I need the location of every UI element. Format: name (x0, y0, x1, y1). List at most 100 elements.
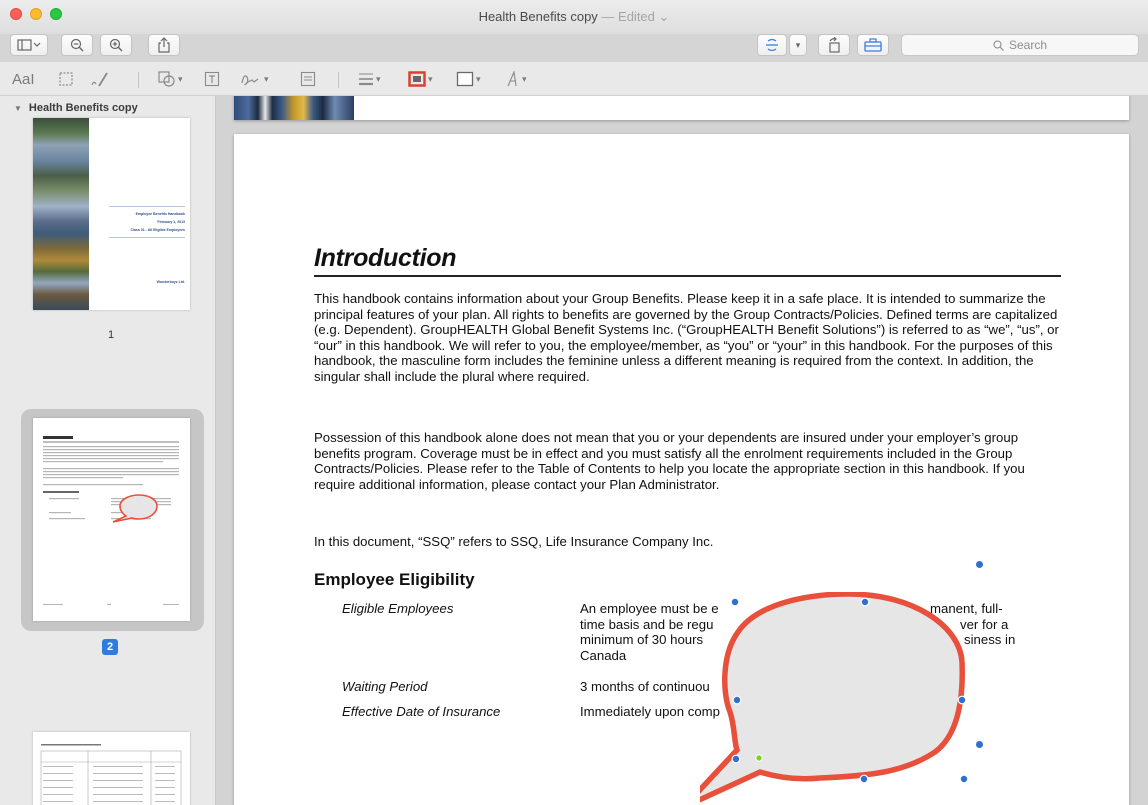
waiting-period-label: Waiting Period (342, 679, 428, 694)
resize-handle[interactable] (975, 560, 984, 569)
cover-line: February 1, 2013 (157, 220, 185, 224)
chevron-down-icon: ▾ (376, 73, 381, 84)
edited-label: — Edited (601, 9, 655, 24)
shapes-icon (158, 71, 175, 87)
text-style-tool[interactable]: ▾ (506, 69, 527, 89)
resize-handle[interactable] (730, 597, 740, 607)
text-box-icon (204, 71, 220, 87)
resize-handle[interactable] (731, 754, 741, 764)
chevron-down-icon: ▾ (476, 73, 481, 84)
signature-tool[interactable]: ▾ (240, 69, 269, 89)
intro-paragraph-2: Possession of this handbook alone does n… (314, 430, 1025, 492)
note-icon (300, 71, 316, 87)
preview-window: Health Benefits copy — Edited ⌄ ▾ Search… (0, 0, 1148, 805)
introduction-heading: Introduction (314, 244, 457, 272)
value-text: minimum of 30 hours (580, 632, 704, 648)
cover-title-block: Employee Benefits Handbook February 1, 2… (109, 206, 185, 238)
document-page-2[interactable]: Introduction This handbook contains info… (234, 134, 1129, 805)
shapes-tool[interactable]: ▾ (158, 69, 183, 89)
document-view[interactable]: Introduction This handbook contains info… (216, 96, 1148, 805)
page-2-preview (43, 436, 179, 605)
chevron-down-icon: ▾ (428, 73, 433, 84)
page-number-1[interactable]: 1 (108, 329, 114, 341)
tail-control-handle[interactable] (755, 754, 763, 762)
sketch-tool[interactable] (90, 69, 110, 89)
search-field[interactable]: Search (901, 34, 1139, 56)
search-placeholder: Search (1008, 38, 1048, 52)
share-button[interactable] (148, 34, 180, 56)
rotate-icon (829, 37, 840, 53)
sidebar-view-button[interactable] (10, 34, 48, 56)
intro-paragraph-1: This handbook contains information about… (314, 291, 1059, 384)
zoom-in-icon (109, 38, 123, 52)
font-style-icon (507, 71, 517, 87)
page-thumbnail-3[interactable] (33, 732, 190, 805)
note-tool[interactable] (300, 69, 316, 89)
resize-handle[interactable] (957, 695, 967, 705)
window-title[interactable]: Health Benefits copy — Edited ⌄ (0, 9, 1148, 25)
page-thumbnail-2[interactable] (33, 418, 190, 621)
sidebar-document-name: Health Benefits copy (28, 102, 138, 114)
resize-handle[interactable] (732, 695, 742, 705)
text-selection-tool[interactable]: AaI (12, 69, 35, 89)
sidebar-document-header[interactable]: ▼ Health Benefits copy (14, 102, 138, 114)
zoom-out-icon (70, 38, 84, 52)
highlight-options-button[interactable]: ▾ (789, 34, 807, 56)
highlight-button[interactable] (757, 34, 787, 56)
toolbar-divider (338, 72, 339, 88)
cover-line: Employee Benefits Handbook (135, 212, 185, 216)
title-bar: Health Benefits copy — Edited ⌄ (0, 0, 1148, 34)
resize-handle[interactable] (860, 597, 870, 607)
chevron-down-icon: ▾ (264, 73, 269, 84)
chevron-down-icon: ▾ (178, 73, 183, 84)
heading-rule (314, 275, 1061, 277)
search-icon (993, 39, 1004, 51)
eligible-employees-label: Eligible Employees (342, 601, 454, 616)
markup-toolbar-button[interactable] (857, 34, 889, 56)
zoom-in-button[interactable] (100, 34, 132, 56)
text-tool-label: AaI (12, 70, 35, 88)
chevron-down-icon: ▾ (795, 39, 801, 50)
markup-toolbar: AaI ▾ ▾ ▾ ▾ ▾ ▾ (0, 62, 1148, 96)
fill-color-icon (456, 71, 474, 87)
page-thumbnail-1[interactable]: Employee Benefits Handbook February 1, 2… (33, 118, 190, 310)
cover-photo-strip (33, 118, 89, 310)
disclosure-triangle-icon[interactable]: ▼ (14, 104, 22, 114)
share-icon (158, 37, 170, 53)
chevron-down-icon: ▾ (522, 73, 527, 84)
resize-handle[interactable] (975, 740, 984, 749)
cover-line: Wonderboyz Ltd. (156, 280, 185, 284)
value-text: An employee must be e (580, 601, 719, 616)
employee-eligibility-heading: Employee Eligibility (314, 570, 475, 589)
sidebar-icon (17, 39, 41, 51)
page-number-2[interactable]: 2 (102, 639, 118, 655)
value-text: time basis and be regu (580, 616, 714, 632)
border-color-icon (408, 71, 426, 87)
zoom-out-button[interactable] (61, 34, 93, 56)
cover-line: Class 01 - All Eligible Employees (130, 228, 185, 232)
speech-bubble-annotation[interactable] (700, 592, 980, 805)
edited-status[interactable]: — Edited ⌄ (601, 9, 669, 24)
previous-page-bottom (234, 96, 1129, 120)
page-3-preview (40, 744, 182, 805)
ssq-definition-paragraph: In this document, “SSQ” refers to SSQ, L… (314, 534, 714, 549)
selection-rectangle-icon (59, 72, 73, 86)
toolbox-icon (864, 38, 882, 52)
resize-handle[interactable] (859, 774, 869, 784)
line-style-icon (359, 73, 373, 86)
thumbnail-sidebar: ▼ Health Benefits copy Employee Benefits… (0, 96, 216, 805)
document-title: Health Benefits copy (478, 9, 598, 24)
rectangular-selection-tool[interactable] (58, 69, 74, 89)
resize-handle[interactable] (959, 774, 969, 784)
sketch-pen-icon (91, 72, 108, 87)
text-box-tool[interactable] (204, 69, 220, 89)
rotate-button[interactable] (818, 34, 850, 56)
border-color-tool[interactable]: ▾ (408, 69, 433, 89)
cover-photo-band (234, 96, 354, 120)
chevron-down-icon: ⌄ (658, 9, 670, 24)
effective-date-label: Effective Date of Insurance (342, 704, 501, 719)
signature-icon (241, 75, 259, 86)
fill-color-tool[interactable]: ▾ (456, 69, 481, 89)
toolbar-divider (138, 72, 139, 88)
shape-style-tool[interactable]: ▾ (358, 69, 381, 89)
